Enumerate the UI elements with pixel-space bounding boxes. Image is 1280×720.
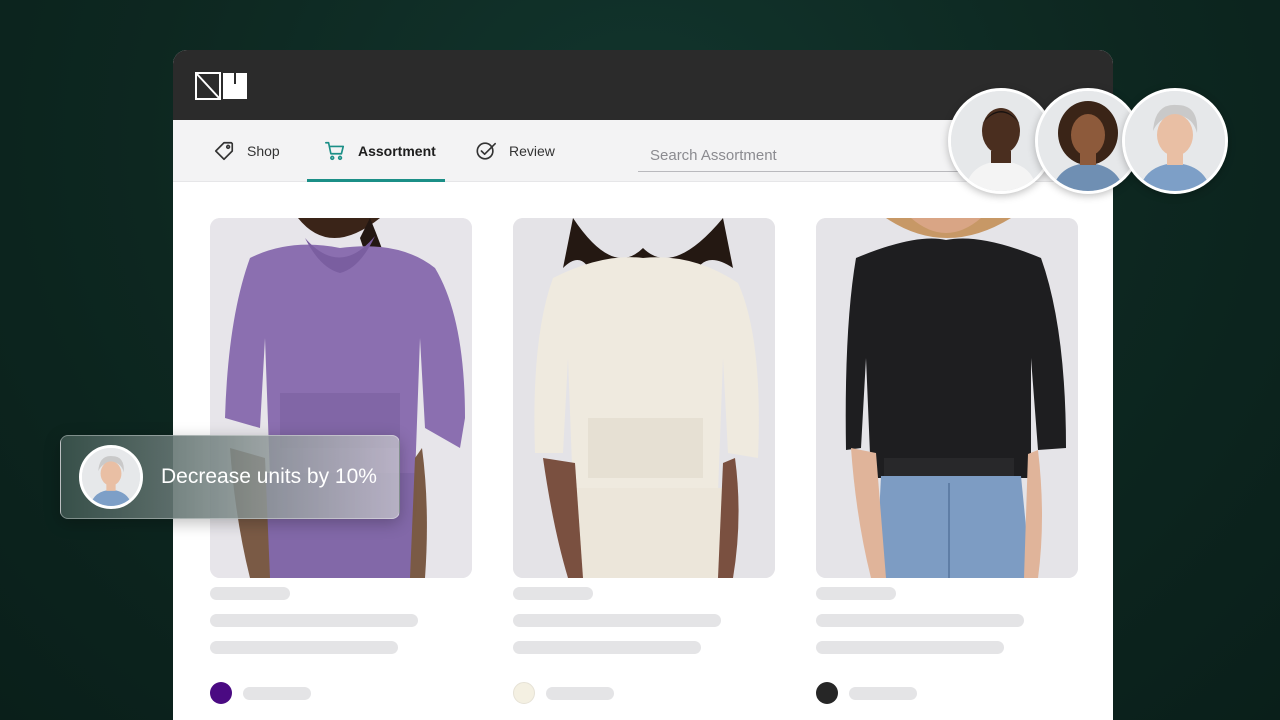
skeleton-line — [513, 641, 701, 654]
product-card[interactable] — [816, 218, 1078, 704]
product-card[interactable] — [210, 218, 472, 704]
skeleton-line — [210, 641, 398, 654]
cream-hoodie-image — [513, 218, 775, 578]
skeleton-line — [210, 587, 290, 600]
purple-hoodie-image — [210, 218, 472, 578]
skeleton-line — [210, 614, 418, 627]
product-image — [210, 218, 472, 578]
tab-review-label: Review — [509, 143, 555, 159]
tab-review[interactable]: Review — [475, 120, 555, 182]
active-tab-indicator — [307, 179, 445, 182]
tab-shop[interactable]: Shop — [213, 120, 280, 182]
skeleton-line — [513, 587, 593, 600]
toast-avatar — [79, 445, 143, 509]
person-portrait-icon — [82, 448, 140, 506]
color-swatch[interactable] — [513, 682, 535, 704]
check-circle-icon — [476, 142, 496, 160]
product-image — [816, 218, 1078, 578]
tag-icon — [214, 141, 234, 161]
toast-message: Decrease units by 10% — [161, 465, 377, 488]
skeleton-line — [849, 687, 917, 700]
comment-toast[interactable]: Decrease units by 10% — [60, 435, 400, 519]
tab-assortment[interactable]: Assortment — [324, 120, 436, 182]
skeleton-line — [816, 641, 1004, 654]
color-swatch[interactable] — [816, 682, 838, 704]
avatar[interactable] — [1122, 88, 1228, 194]
search-input[interactable] — [638, 140, 958, 172]
skeleton-line — [243, 687, 311, 700]
skeleton-line — [816, 587, 896, 600]
product-image — [513, 218, 775, 578]
skeleton-line — [513, 614, 721, 627]
skeleton-line — [816, 614, 1024, 627]
color-swatch[interactable] — [210, 682, 232, 704]
skeleton-line — [546, 687, 614, 700]
product-card[interactable] — [513, 218, 775, 704]
black-sweatshirt-image — [816, 218, 1078, 578]
tab-shop-label: Shop — [247, 143, 280, 159]
person-portrait-icon — [1125, 91, 1225, 191]
brand-logo-icon — [195, 72, 247, 100]
tab-assortment-label: Assortment — [358, 143, 436, 159]
collaborator-avatars — [948, 88, 1230, 196]
cart-icon — [325, 141, 345, 161]
